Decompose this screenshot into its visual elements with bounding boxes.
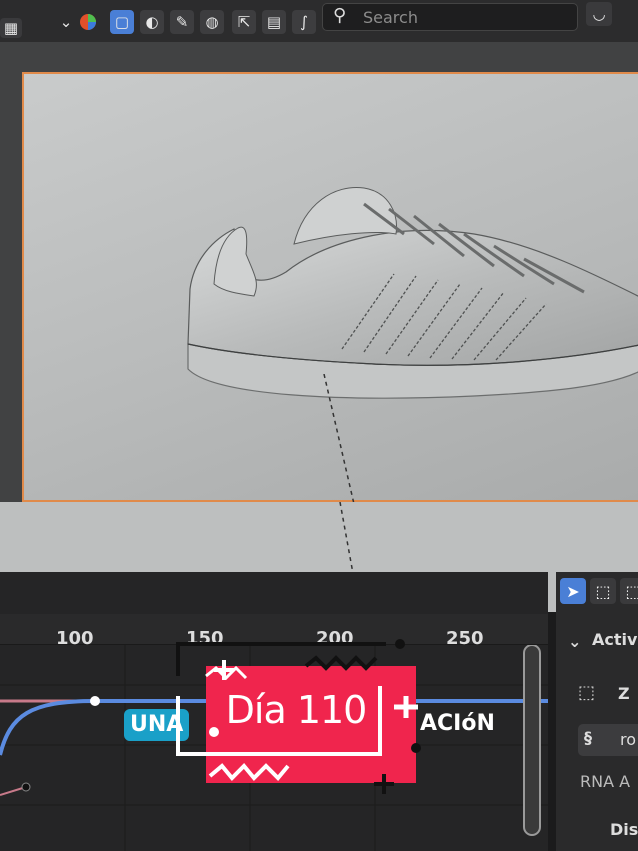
select-box-icon[interactable]: ▢ bbox=[110, 10, 134, 34]
camera-axis-line bbox=[323, 374, 355, 504]
panel-collapse-icon[interactable]: ⌄ bbox=[568, 632, 581, 651]
curves-icon[interactable]: ∫ bbox=[292, 10, 316, 34]
search-placeholder: Search bbox=[363, 8, 418, 27]
panel-row-4: Dis bbox=[610, 820, 638, 839]
panel-field[interactable]: § ro bbox=[578, 724, 638, 756]
color-sphere-icon[interactable] bbox=[76, 10, 100, 34]
box-select-icon[interactable]: ⬚ bbox=[590, 578, 616, 604]
material-icon[interactable]: ✎ bbox=[170, 10, 194, 34]
solid-shading-icon[interactable]: ◐ bbox=[140, 10, 164, 34]
3d-viewport[interactable] bbox=[0, 42, 638, 612]
camera-frame bbox=[22, 72, 638, 504]
panel-row-2: ro bbox=[620, 730, 637, 749]
transform-icon: ⬚ bbox=[578, 682, 596, 703]
panel-row-1: Z bbox=[618, 684, 630, 703]
keyframe-point[interactable] bbox=[90, 696, 100, 706]
panel-title: Activ bbox=[592, 630, 638, 649]
panel-row-3: RNA A bbox=[580, 772, 631, 791]
tool-icon[interactable]: ⬚ bbox=[620, 578, 638, 604]
search-input[interactable]: ⚲ Search bbox=[322, 3, 578, 31]
world-icon[interactable]: ◍ bbox=[200, 10, 224, 34]
caption-tag-right: ACIóN bbox=[420, 711, 495, 736]
export-icon[interactable]: ⇱ bbox=[232, 10, 256, 34]
chevron-down-icon[interactable]: ⌄ bbox=[54, 10, 78, 34]
editor-icon[interactable]: ▤ bbox=[262, 10, 286, 34]
select-tool-icon[interactable]: ➤ bbox=[560, 578, 586, 604]
vertical-scrollbar[interactable] bbox=[523, 645, 541, 836]
properties-panel: ➤ ⬚ ⬚ ⌄ Activ ⬚ Z § ro RNA A Dis bbox=[556, 572, 638, 851]
keyframe-point[interactable] bbox=[21, 782, 31, 792]
minimize-icon[interactable]: ◡ bbox=[586, 2, 612, 26]
menu-icon[interactable]: ▦ bbox=[0, 18, 22, 38]
badge-decoration bbox=[176, 639, 421, 794]
sneaker-model[interactable] bbox=[174, 164, 638, 404]
viewport-header: ▦ ⌄ ▢ ◐ ✎ ◍ ⇱ ▤ ∫ ⚲ Search ◡ bbox=[0, 0, 638, 44]
link-icon: § bbox=[584, 728, 592, 747]
search-icon: ⚲ bbox=[333, 5, 347, 26]
